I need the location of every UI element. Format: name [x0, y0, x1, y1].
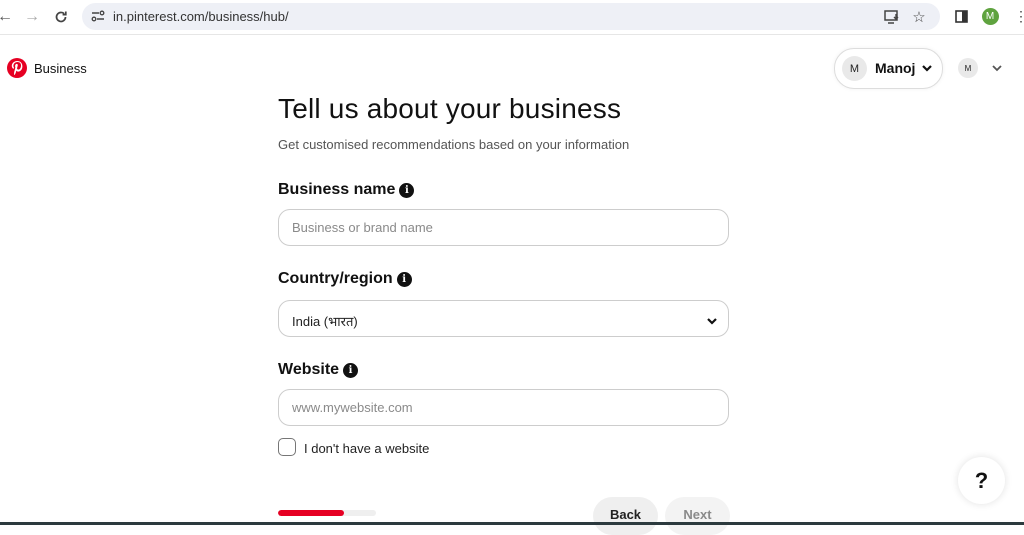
- url-text[interactable]: in.pinterest.com/business/hub/: [113, 9, 289, 24]
- user-avatar: M: [842, 56, 867, 81]
- back-arrow-icon[interactable]: ←: [0, 6, 16, 28]
- bookmark-star-icon[interactable]: ☆: [910, 8, 928, 26]
- profile-avatar[interactable]: M: [981, 7, 999, 25]
- info-icon[interactable]: i: [399, 182, 415, 198]
- country-select-value: India (भारत): [292, 314, 358, 329]
- side-panel-icon[interactable]: [952, 7, 970, 25]
- secondary-avatar[interactable]: M: [958, 58, 978, 78]
- pinterest-logo-icon[interactable]: [7, 58, 27, 78]
- site-info-icon[interactable]: [90, 8, 106, 24]
- page-title: Tell us about your business: [278, 93, 622, 124]
- user-name: Manoj: [875, 60, 916, 76]
- browser-menu-icon[interactable]: ⋮: [1012, 7, 1024, 25]
- page-subtitle: Get customised recommendations based on …: [278, 137, 630, 152]
- website-label: Website i: [278, 361, 359, 379]
- next-button[interactable]: Next: [665, 497, 730, 535]
- reload-icon[interactable]: [50, 6, 72, 28]
- progress-fill: [278, 510, 344, 516]
- install-app-icon[interactable]: [883, 8, 901, 26]
- business-name-label: Business name i: [278, 181, 415, 199]
- chevron-down-icon: [921, 61, 933, 79]
- country-select[interactable]: India (भारत): [278, 300, 729, 337]
- chevron-down-icon: [706, 314, 718, 332]
- info-icon[interactable]: i: [343, 362, 359, 378]
- business-name-field[interactable]: [278, 209, 729, 246]
- no-website-checkbox[interactable]: [278, 438, 296, 456]
- account-switcher-button[interactable]: M Manoj: [834, 48, 943, 89]
- forward-arrow-icon[interactable]: →: [21, 6, 43, 28]
- business-logo-text[interactable]: Business: [34, 61, 87, 76]
- website-field[interactable]: [278, 389, 729, 426]
- back-button[interactable]: Back: [593, 497, 658, 535]
- browser-toolbar: ← → in.pinterest.com/business/hub/ ☆ M ⋮: [0, 0, 1024, 35]
- help-button[interactable]: ?: [958, 457, 1005, 504]
- no-website-label[interactable]: I don't have a website: [304, 441, 429, 456]
- info-icon[interactable]: i: [396, 271, 412, 287]
- business-name-input[interactable]: [292, 210, 712, 245]
- website-input[interactable]: [292, 390, 712, 425]
- progress-bar: [278, 510, 376, 516]
- address-bar[interactable]: in.pinterest.com/business/hub/ ☆: [82, 3, 940, 30]
- chevron-down-icon[interactable]: [991, 61, 1003, 79]
- country-label: Country/region i: [278, 270, 412, 288]
